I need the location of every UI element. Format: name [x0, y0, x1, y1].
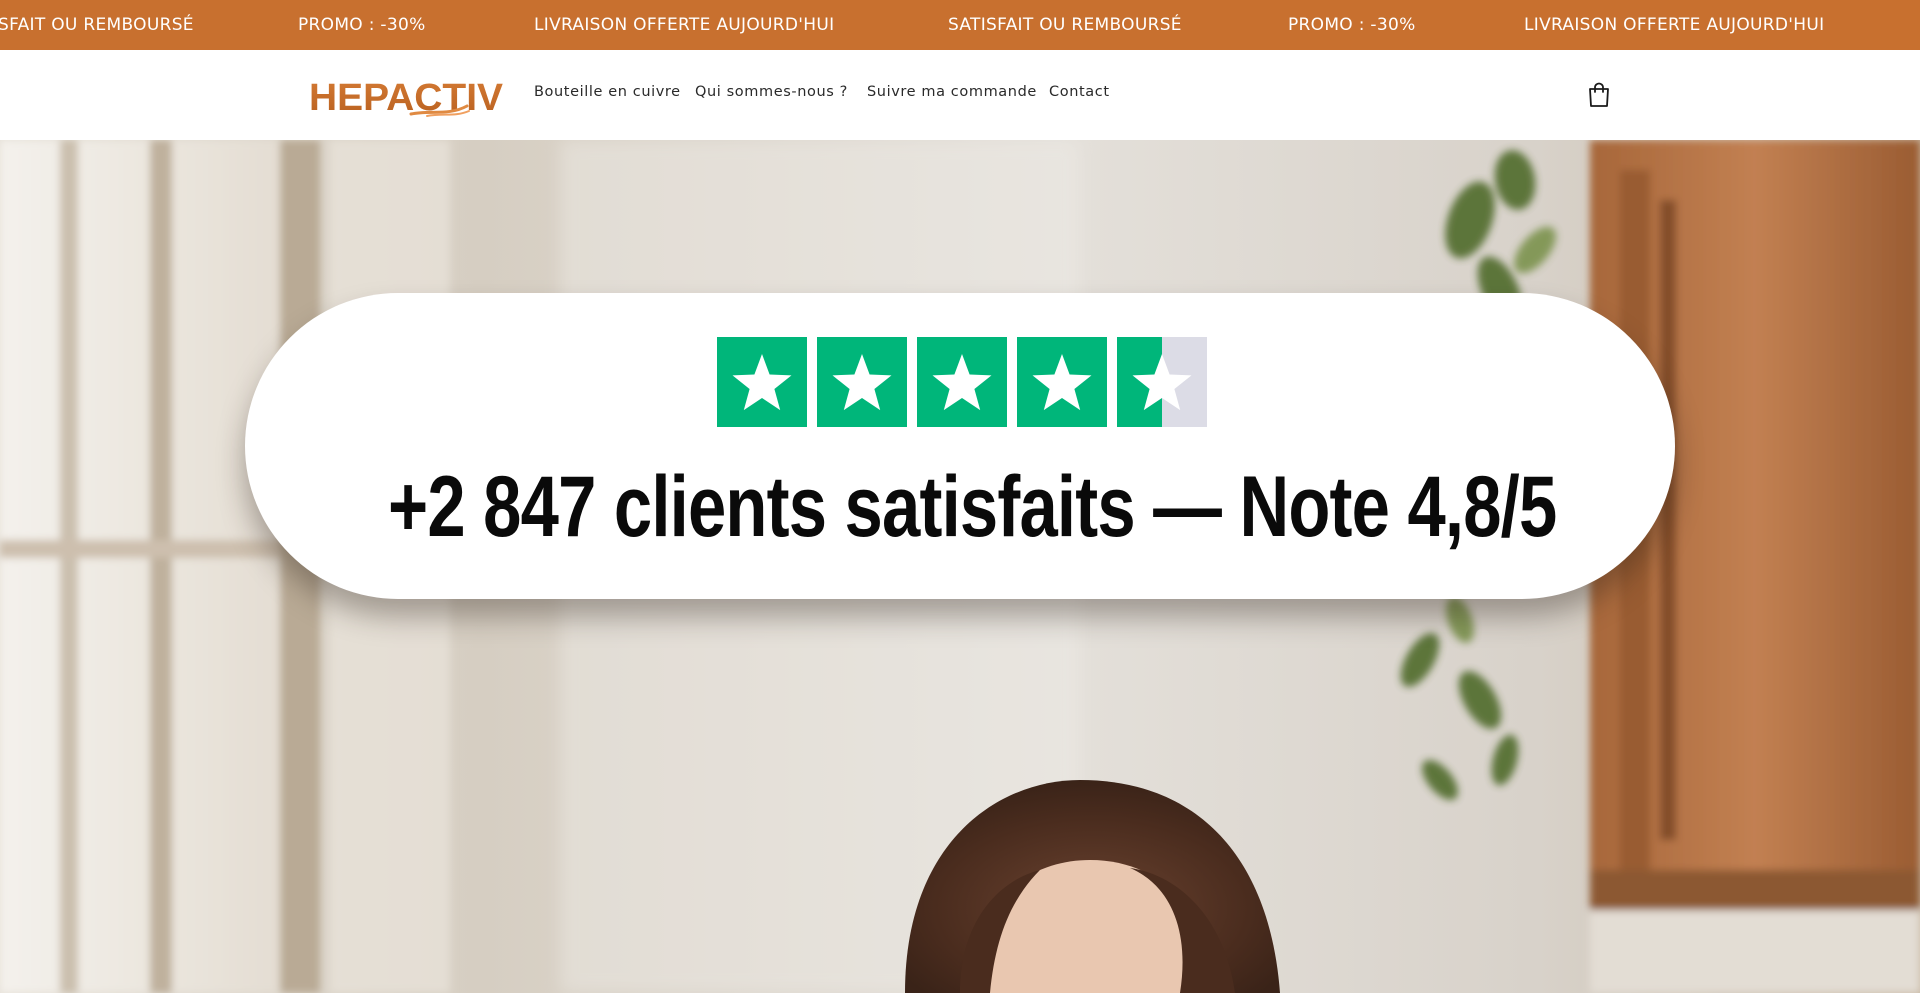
nav-suivre-ma-commande[interactable]: Suivre ma commande — [867, 84, 1037, 100]
rating-banner: +2 847 clients satisfaits — Note 4,8/5 — [245, 293, 1675, 599]
svg-text:HEPACTIV: HEPACTIV — [309, 77, 504, 119]
star-box — [1117, 337, 1207, 427]
rating-stars — [717, 337, 1207, 427]
hepactiv-logo[interactable]: HEPACTIV — [309, 76, 504, 120]
nav-bouteille-en-cuivre[interactable]: Bouteille en cuivre — [534, 84, 681, 100]
announcement-message: SFAIT OU REMBOURSÉ — [0, 15, 194, 35]
rating-headline: +2 847 clients satisfaits — Note 4,8/5 — [388, 459, 1557, 555]
star-box — [917, 337, 1007, 427]
announcement-message: PROMO : -30% — [298, 15, 426, 35]
announcement-message: PROMO : -30% — [1288, 15, 1416, 35]
announcement-bar: SFAIT OU REMBOURSÉ PROMO : -30% LIVRAISO… — [0, 0, 1920, 50]
site-header: HEPACTIV Bouteille en cuivre Qui sommes-… — [0, 50, 1920, 140]
hero-banner: +2 847 clients satisfaits — Note 4,8/5 — [0, 140, 1920, 993]
shopping-bag-icon[interactable] — [1587, 82, 1611, 108]
star-box — [1017, 337, 1107, 427]
star-box — [717, 337, 807, 427]
star-box — [817, 337, 907, 427]
announcement-message: SATISFAIT OU REMBOURSÉ — [948, 15, 1182, 35]
announcement-message: LIVRAISON OFFERTE AUJOURD'HUI — [1524, 15, 1825, 35]
nav-qui-sommes-nous[interactable]: Qui sommes-nous ? — [695, 84, 848, 100]
announcement-message: LIVRAISON OFFERTE AUJOURD'HUI — [534, 15, 835, 35]
nav-contact[interactable]: Contact — [1049, 84, 1110, 100]
